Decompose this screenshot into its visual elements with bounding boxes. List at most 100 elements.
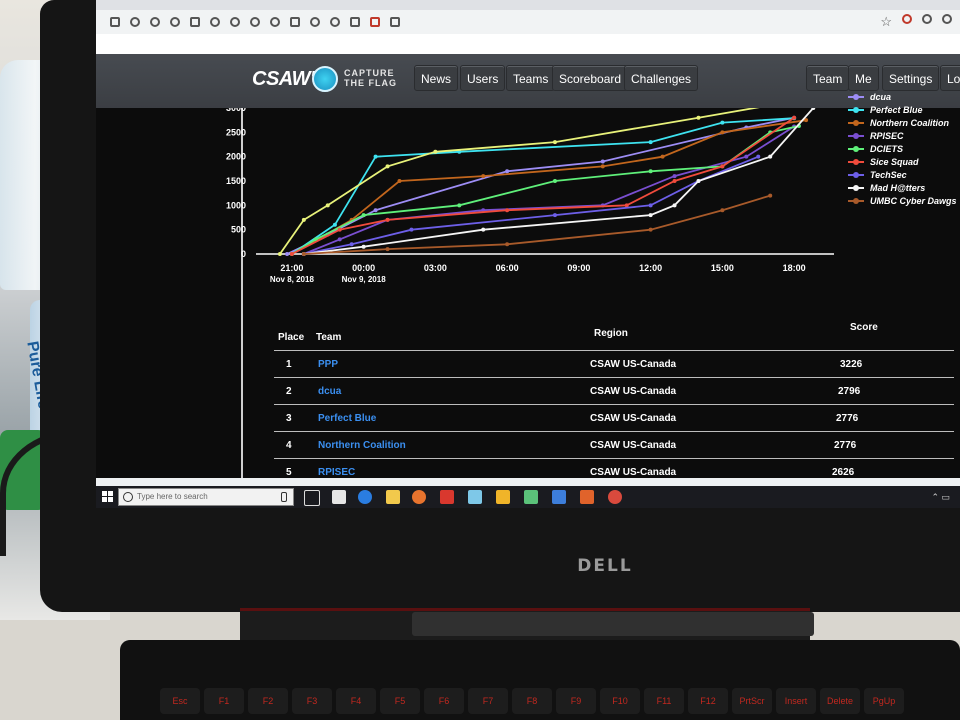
nav-teams[interactable]: Teams: [506, 65, 556, 91]
data-point: [720, 208, 725, 213]
link-icon[interactable]: [150, 17, 160, 27]
data-point: [337, 237, 342, 242]
circle-icon[interactable]: [170, 17, 180, 27]
cell-score: 2796: [838, 386, 861, 397]
github-icon[interactable]: [230, 17, 240, 27]
youtube-icon[interactable]: [370, 17, 380, 27]
header-team: Team: [316, 332, 342, 343]
data-point: [696, 179, 701, 183]
x-tick-label: 15:00: [711, 263, 734, 273]
data-point: [285, 252, 290, 256]
nav-team[interactable]: Team: [806, 65, 850, 91]
nav-scoreboard[interactable]: Scoreboard: [552, 65, 629, 91]
nav-users[interactable]: Users: [460, 65, 506, 91]
github-icon[interactable]: [250, 17, 260, 27]
data-point: [373, 208, 378, 213]
bracket-icon[interactable]: [190, 17, 200, 27]
nav-settings[interactable]: Settings: [882, 65, 940, 91]
legend-item[interactable]: DCIETS: [848, 142, 957, 155]
legend-swatch: [848, 197, 864, 204]
profile-icon[interactable]: [942, 14, 952, 24]
system-tray[interactable]: ⌃ ▭: [931, 492, 950, 503]
taskbar-search-box[interactable]: Type here to search: [118, 488, 294, 506]
github-icon[interactable]: [210, 17, 220, 27]
x-tick-date-label: Nov 8, 2018: [270, 275, 315, 284]
legend-item[interactable]: Perfect Blue: [848, 103, 957, 116]
windows-start-icon[interactable]: [102, 491, 114, 503]
tagline-line-1: CAPTURE: [344, 68, 395, 78]
sublime-icon[interactable]: [496, 490, 510, 504]
cell-team[interactable]: RPISEC: [318, 467, 355, 478]
legend-swatch: [848, 119, 864, 126]
nav-logout[interactable]: Lo: [940, 65, 960, 91]
data-point: [720, 120, 725, 125]
legend-swatch: [848, 184, 864, 191]
cell-team[interactable]: PPP: [318, 359, 338, 370]
app-icon[interactable]: [468, 490, 482, 504]
data-point: [457, 203, 462, 208]
legend-item[interactable]: dcua: [848, 90, 957, 103]
github-icon[interactable]: [270, 17, 280, 27]
legend-item[interactable]: Northern Coalition: [848, 116, 957, 129]
data-point: [301, 252, 306, 256]
cell-team[interactable]: Northern Coalition: [318, 440, 406, 451]
microphone-icon[interactable]: [281, 492, 287, 502]
github-icon[interactable]: [130, 17, 140, 27]
app-icon[interactable]: [440, 490, 454, 504]
data-point: [505, 242, 510, 247]
nav-me[interactable]: Me: [848, 65, 879, 91]
data-point: [385, 164, 390, 169]
series-line-sice-squad: [291, 116, 795, 255]
cell-region: CSAW US-Canada: [590, 359, 677, 370]
cell-team[interactable]: dcua: [318, 386, 341, 397]
data-point: [648, 213, 653, 218]
series-line-rpisec: [303, 125, 795, 255]
data-point: [332, 222, 337, 227]
series-line-perfect-blue: [291, 117, 795, 255]
browser-tab-bar[interactable]: [96, 0, 960, 10]
opera-icon[interactable]: [902, 14, 912, 24]
legend-swatch: [848, 93, 864, 100]
firefox-icon[interactable]: [412, 490, 426, 504]
data-point: [552, 213, 557, 218]
star-icon[interactable]: ☆: [880, 14, 892, 30]
cell-score: 2776: [836, 413, 859, 424]
edge-icon[interactable]: [358, 490, 372, 504]
y-tick-label: 2000: [226, 152, 246, 162]
task-view-icon[interactable]: [304, 490, 320, 506]
bookmark-icon[interactable]: [390, 17, 400, 27]
app-icon[interactable]: [524, 490, 538, 504]
nav-news[interactable]: News: [414, 65, 459, 91]
app-icon[interactable]: [580, 490, 594, 504]
address-bar[interactable]: [96, 34, 960, 55]
legend-item[interactable]: RPISEC: [848, 129, 957, 142]
flag-logo-icon: [312, 66, 338, 92]
github-icon[interactable]: [330, 17, 340, 27]
key-f1: F1: [204, 688, 244, 714]
bookmarks-bar: ☆: [96, 10, 960, 34]
file-explorer-icon[interactable]: [386, 490, 400, 504]
github-icon[interactable]: [310, 17, 320, 27]
bookmark-icon[interactable]: [110, 17, 120, 27]
key-f12: F12: [688, 688, 728, 714]
screen: ☆ CSAW'18 CAPTURE THE FLAG News Users Te…: [96, 0, 960, 508]
data-point: [648, 227, 653, 232]
x-tick-label: 00:00: [352, 263, 375, 273]
legend-swatch: [848, 145, 864, 152]
bookmark-icon[interactable]: [290, 17, 300, 27]
legend-item[interactable]: UMBC Cyber Dawgs: [848, 194, 957, 207]
legend-item[interactable]: Mad H@tters: [848, 181, 957, 194]
gmail-icon[interactable]: [350, 17, 360, 27]
cell-team[interactable]: Perfect Blue: [318, 413, 376, 424]
tagline-line-2: THE FLAG: [344, 78, 397, 88]
legend-item[interactable]: Sice Squad: [848, 155, 957, 168]
y-tick-label: 0: [241, 249, 246, 259]
store-icon[interactable]: [332, 490, 346, 504]
legend-item[interactable]: TechSec: [848, 168, 957, 181]
chrome-icon[interactable]: [608, 490, 622, 504]
chart-legend: dcua Perfect Blue Northern Coalition RPISEC…: [848, 90, 957, 207]
extension-icon[interactable]: [922, 14, 932, 24]
legend-swatch: [848, 158, 864, 165]
nav-challenges[interactable]: Challenges: [624, 65, 699, 91]
app-icon[interactable]: [552, 490, 566, 504]
